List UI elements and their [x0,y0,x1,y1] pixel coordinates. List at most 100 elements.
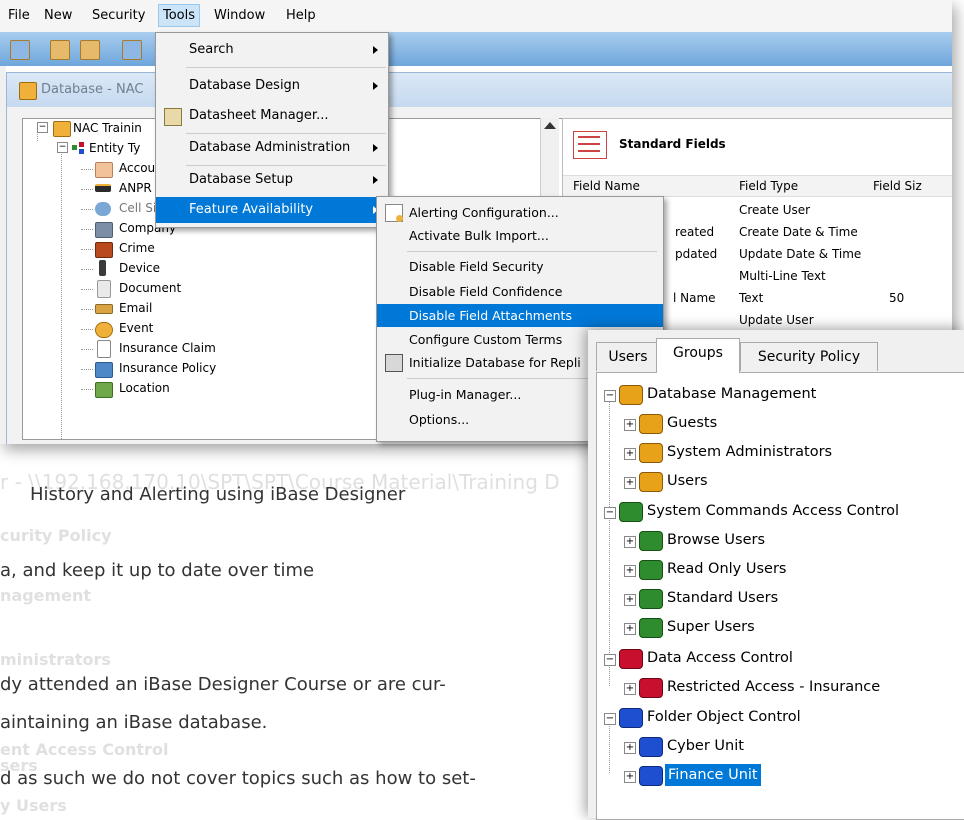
toolbar-icon-3[interactable] [80,40,100,60]
database-window-titlebar: Database - NAC [7,73,952,107]
group-guests[interactable]: Guests [667,412,717,434]
tab-groups[interactable]: Groups [656,338,740,373]
menu-bar: File New Security Tools Window Help [0,0,952,33]
device-icon [99,260,106,276]
tree-item-location[interactable]: Location [119,379,170,397]
tree-item-device[interactable]: Device [119,259,160,277]
column-field-name[interactable]: Field Name [573,179,640,193]
groups-tab-pane: − Database Management + Guests + System … [596,372,964,820]
submenu-item-activate-bulk-import[interactable]: Activate Bulk Import... [377,224,663,247]
tree-item-cell-site[interactable]: Cell Si [119,199,156,217]
expand-icon[interactable]: + [624,419,636,431]
tree-item-account[interactable]: Accou [119,159,155,177]
tree-item-crime[interactable]: Crime [119,239,155,257]
collapse-root-icon[interactable]: − [37,122,48,133]
group-system-administrators[interactable]: System Administrators [667,441,832,463]
menu-new[interactable]: New [44,8,72,23]
folder-object-group-icon [619,708,643,728]
menu-item-label: Search [189,42,234,57]
expand-icon[interactable]: + [624,565,636,577]
menu-help[interactable]: Help [286,8,316,23]
collapse-group-icon[interactable]: − [604,507,616,519]
expand-icon[interactable]: + [624,742,636,754]
event-icon [95,322,113,338]
menu-item-database-setup[interactable]: Database Setup [156,167,388,193]
column-field-size[interactable]: Field Siz [873,179,922,193]
replication-icon [385,354,403,372]
group-browse-users[interactable]: Browse Users [667,529,765,551]
menu-item-search[interactable]: Search [156,37,388,63]
tab-users[interactable]: Users [596,342,660,371]
menu-item-label: Datasheet Manager... [189,108,329,123]
group-member-icon [639,531,663,551]
menu-separator [186,133,386,134]
tree-root[interactable]: NAC Trainin [73,119,142,137]
field-type-cell: Multi-Line Text [739,269,826,283]
menu-item-label: Database Setup [189,172,293,187]
group-system-commands-access-control[interactable]: System Commands Access Control [647,500,899,522]
tree-item-insurance-policy[interactable]: Insurance Policy [119,359,216,377]
document-icon [97,280,111,298]
menu-item-feature-availability[interactable]: Feature Availability [156,197,388,223]
collapse-group-icon[interactable]: − [604,713,616,725]
submenu-item-label: Options... [409,412,470,427]
submenu-item-label: Activate Bulk Import... [409,228,549,243]
submenu-arrow-icon [373,46,378,54]
group-folder-object-control[interactable]: Folder Object Control [647,706,801,728]
submenu-item-disable-field-security[interactable]: Disable Field Security [377,255,663,278]
group-standard-users[interactable]: Standard Users [667,587,778,609]
menu-item-database-design[interactable]: Database Design [156,73,388,99]
expand-icon[interactable]: + [624,683,636,695]
menu-security[interactable]: Security [92,8,145,23]
menu-window[interactable]: Window [214,8,265,23]
account-icon [95,162,113,178]
expand-icon[interactable]: + [624,448,636,460]
submenu-item-label: Alerting Configuration... [409,205,559,220]
group-super-users[interactable]: Super Users [667,616,755,638]
tree-entity-types[interactable]: Entity Ty [89,139,140,157]
group-member-icon [639,737,663,757]
submenu-arrow-icon [373,176,378,184]
toolbar-icon-2[interactable] [50,40,70,60]
field-type-cell: Text [739,291,764,305]
collapse-group-icon[interactable]: − [604,654,616,666]
expand-icon[interactable]: + [624,477,636,489]
group-database-management[interactable]: Database Management [647,383,816,405]
ghost-line-6: y Users [0,796,67,815]
menu-item-database-administration[interactable]: Database Administration [156,135,388,161]
expand-icon[interactable]: + [624,771,636,783]
toolbar-icon-1[interactable] [10,40,30,60]
group-data-access-control[interactable]: Data Access Control [647,647,793,669]
collapse-group-icon[interactable]: − [604,390,616,402]
system-commands-group-icon [619,502,643,522]
tree-item-insurance-claim[interactable]: Insurance Claim [119,339,216,357]
expand-icon[interactable]: + [624,594,636,606]
collapse-entity-types-icon[interactable]: − [57,142,68,153]
group-member-icon [639,678,663,698]
scroll-up-icon[interactable] [544,122,556,129]
submenu-item-disable-field-confidence[interactable]: Disable Field Confidence [377,280,663,303]
group-users[interactable]: Users [667,470,708,492]
tree-item-email[interactable]: Email [119,299,152,317]
menu-tools[interactable]: Tools [158,4,201,27]
submenu-item-disable-field-attachments[interactable]: Disable Field Attachments [377,304,663,327]
submenu-item-alerting-configuration[interactable]: Alerting Configuration... [377,201,663,224]
toolbar-icon-4[interactable] [122,40,142,60]
tree-item-event[interactable]: Event [119,319,153,337]
group-member-icon [639,589,663,609]
group-read-only-users[interactable]: Read Only Users [667,558,786,580]
expand-icon[interactable]: + [624,623,636,635]
group-restricted-access-insurance[interactable]: Restricted Access - Insurance [667,676,880,698]
menu-file[interactable]: File [8,8,30,23]
group-finance-unit[interactable]: Finance Unit [665,764,761,786]
tree-item-document[interactable]: Document [119,279,181,297]
column-field-type[interactable]: Field Type [739,179,798,193]
company-icon [95,222,113,238]
tab-security-policy[interactable]: Security Policy [740,342,878,371]
tree-item-anpr[interactable]: ANPR [119,179,152,197]
data-access-group-icon [619,649,643,669]
expand-icon[interactable]: + [624,536,636,548]
submenu-item-label: Disable Field Security [409,259,544,274]
menu-item-datasheet-manager[interactable]: Datasheet Manager... [156,103,388,129]
group-cyber-unit[interactable]: Cyber Unit [667,735,744,757]
